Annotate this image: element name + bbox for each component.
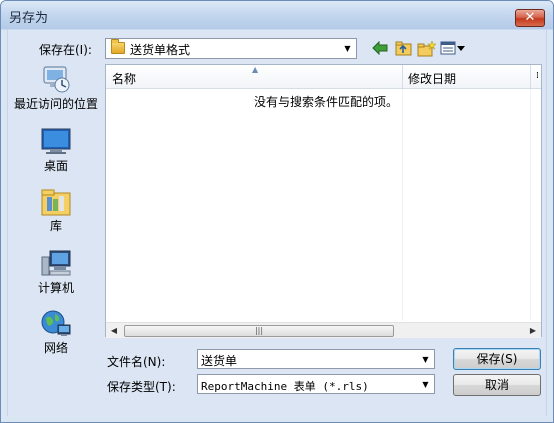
chevron-down-icon[interactable]: ▼ (418, 351, 433, 368)
place-network[interactable]: 网络 (8, 309, 104, 355)
computer-icon (41, 250, 71, 276)
places-bar: 最近访问的位置 桌面 库 计算机 网络 (8, 63, 104, 363)
save-in-value: 送货单格式 (130, 43, 191, 57)
new-folder-icon[interactable] (416, 40, 437, 57)
place-label-desktop: 桌面 (43, 159, 68, 173)
place-libraries[interactable]: 库 (8, 187, 104, 233)
cancel-button[interactable]: 取消 (453, 374, 541, 396)
chevron-down-icon[interactable]: ▼ (340, 40, 355, 57)
views-menu-icon[interactable] (439, 41, 467, 57)
scroll-thumb[interactable]: ||| (124, 325, 394, 337)
column-divider[interactable] (402, 65, 403, 89)
column-more[interactable]: ⁞ (536, 71, 539, 81)
column-name[interactable]: 名称 (112, 70, 136, 87)
desktop-icon (41, 128, 71, 154)
libraries-icon (41, 189, 71, 216)
column-modified-date[interactable]: 修改日期 (408, 70, 456, 87)
place-recent[interactable]: 最近访问的位置 (8, 63, 104, 111)
horizontal-scrollbar[interactable]: ◀ ||| ▶ (106, 322, 541, 338)
save-in-dropdown[interactable]: 送货单格式 ▼ (105, 38, 357, 59)
save-as-dialog: 另存为 ✕ 保存在(I): 送货单格式 ▼ 最近访问的位置 桌面 库 计算机 网… (0, 0, 554, 423)
place-computer[interactable]: 计算机 (8, 249, 104, 295)
sort-ascending-icon: ▲ (252, 65, 259, 74)
column-divider[interactable] (530, 65, 531, 89)
up-folder-icon[interactable] (394, 41, 412, 57)
place-label-network: 网络 (43, 341, 68, 355)
filename-value: 送货单 (201, 354, 238, 368)
filename-label: 文件名(N): (107, 355, 166, 369)
filetype-value: ReportMachine 表单 (*.rls) (201, 380, 369, 393)
folder-icon (111, 39, 125, 54)
save-button[interactable]: 保存(S) (453, 348, 541, 370)
scroll-right-icon[interactable]: ▶ (525, 323, 541, 339)
network-icon (41, 310, 71, 336)
place-label-computer: 计算机 (37, 281, 74, 295)
column-gridline (402, 89, 403, 321)
title-bar[interactable]: 另存为 ✕ (1, 1, 553, 29)
window-title: 另存为 (9, 11, 49, 26)
place-desktop[interactable]: 桌面 (8, 127, 104, 173)
column-gridline (530, 89, 531, 321)
filetype-label: 保存类型(T): (107, 380, 176, 394)
chevron-down-icon[interactable]: ▼ (418, 376, 433, 393)
scroll-left-icon[interactable]: ◀ (106, 323, 122, 339)
save-in-label: 保存在(I): (39, 43, 92, 57)
filetype-select[interactable]: ReportMachine 表单 (*.rls) ▼ (197, 374, 435, 394)
close-button[interactable]: ✕ (515, 9, 545, 27)
list-header: ▲ 名称 修改日期 ⁞ (106, 65, 541, 89)
filename-input[interactable]: 送货单 ▼ (197, 349, 435, 369)
place-label-recent: 最近访问的位置 (13, 97, 98, 111)
back-arrow-icon[interactable] (371, 40, 389, 57)
place-label-libraries: 库 (49, 219, 62, 233)
close-icon: ✕ (524, 10, 536, 25)
recent-places-icon (43, 66, 70, 93)
file-list[interactable]: ▲ 名称 修改日期 ⁞ 没有与搜索条件匹配的项。 ◀ ||| ▶ (105, 64, 542, 338)
empty-message: 没有与搜索条件匹配的项。 (254, 95, 399, 109)
